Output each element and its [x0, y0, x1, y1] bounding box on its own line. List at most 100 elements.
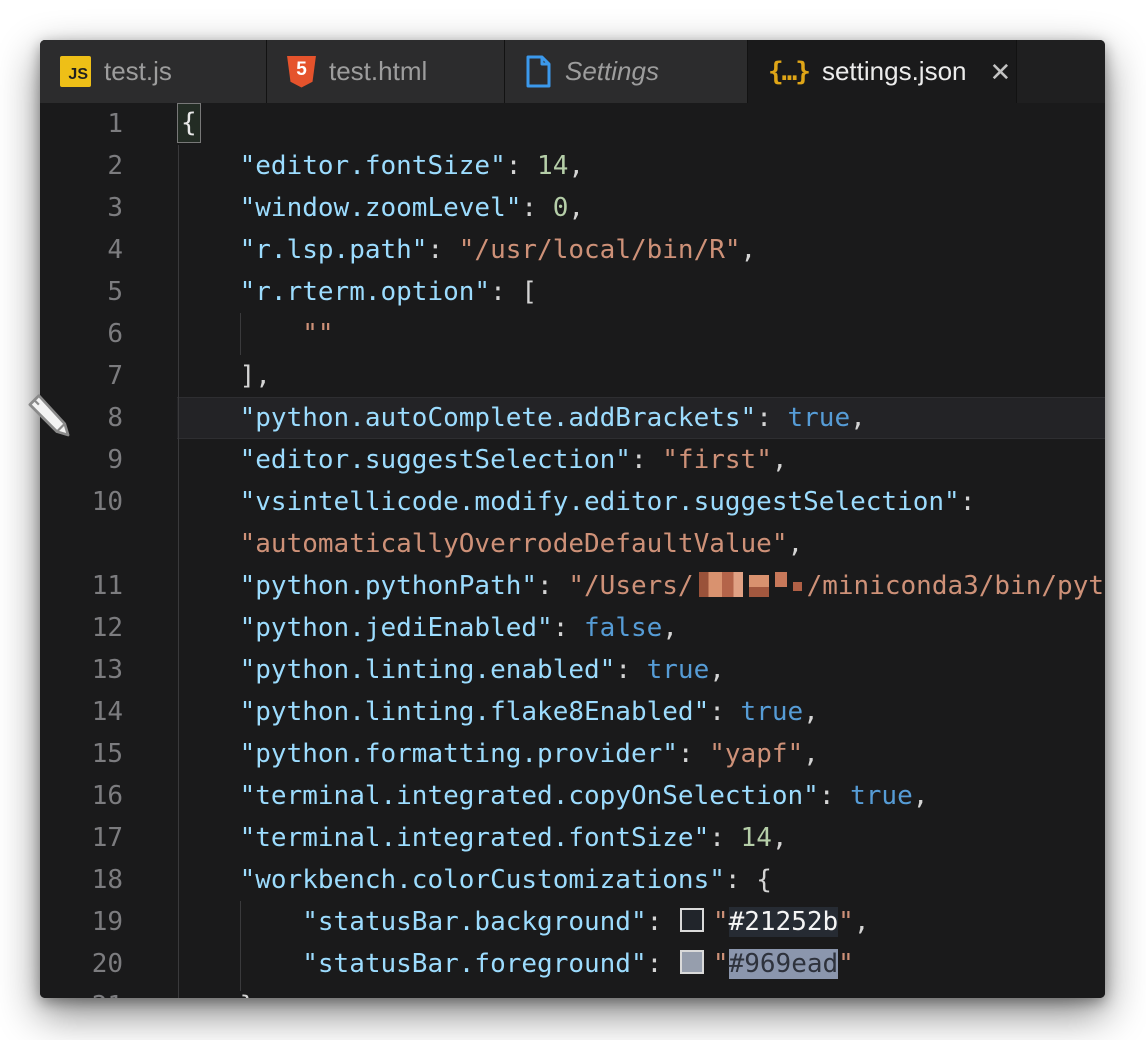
code-token	[177, 361, 240, 391]
code-row: 21 }	[40, 985, 1105, 998]
code-line[interactable]: "workbench.colorCustomizations": {	[177, 859, 1105, 901]
code-line[interactable]: "python.autoComplete.addBrackets": true,	[177, 397, 1105, 439]
line-number[interactable]: 21	[40, 985, 177, 998]
code-line[interactable]: "statusBar.foreground": "#969ead"	[177, 943, 1105, 985]
code-token: #21252b	[729, 907, 839, 937]
line-number[interactable]: 1	[40, 103, 177, 145]
code-token: "/Users/	[568, 571, 693, 601]
line-number[interactable]: 15	[40, 733, 177, 775]
code-row: 3 "window.zoomLevel": 0,	[40, 187, 1105, 229]
code-token: ,	[850, 403, 866, 433]
line-number[interactable]: 20	[40, 943, 177, 985]
code-token: "python.autoComplete.addBrackets"	[240, 403, 757, 433]
code-line[interactable]: "statusBar.background": "#21252b",	[177, 901, 1105, 943]
code-token: "workbench.colorCustomizations"	[240, 865, 725, 895]
code-token: "	[838, 907, 854, 937]
code-line[interactable]: "python.linting.flake8Enabled": true,	[177, 691, 1105, 733]
code-token: "terminal.integrated.copyOnSelection"	[240, 781, 819, 811]
code-row: 11 "python.pythonPath": "/Users//minicon…	[40, 565, 1105, 607]
line-number[interactable]: 19	[40, 901, 177, 943]
code-token: :	[427, 235, 458, 265]
code-token: ,	[772, 445, 788, 475]
code-token: "python.linting.enabled"	[240, 655, 616, 685]
code-token: /miniconda3/bin/python"	[807, 571, 1105, 601]
code-line[interactable]: "editor.fontSize": 14,	[177, 145, 1105, 187]
code-token: :	[647, 949, 678, 979]
line-number[interactable]: 2	[40, 145, 177, 187]
code-line[interactable]: "editor.suggestSelection": "first",	[177, 439, 1105, 481]
code-token: "statusBar.foreground"	[302, 949, 646, 979]
tab-test-html[interactable]: 5test.html	[267, 40, 505, 103]
code-token	[177, 823, 240, 853]
code-token: "editor.fontSize"	[240, 151, 506, 181]
code-token: :	[631, 445, 662, 475]
code-line[interactable]: }	[177, 985, 1105, 998]
code-token: "	[713, 949, 729, 979]
line-number[interactable]: 5	[40, 271, 177, 313]
line-number[interactable]: 13	[40, 649, 177, 691]
code-line[interactable]: {	[177, 103, 1105, 145]
line-number[interactable]: 3	[40, 187, 177, 229]
code-token: :	[709, 823, 740, 853]
code-token	[177, 487, 240, 517]
code-token: 14	[741, 823, 772, 853]
code-token: true	[788, 403, 851, 433]
code-token	[177, 445, 240, 475]
tab-test-js[interactable]: JStest.js	[40, 40, 267, 103]
code-token: ,	[854, 907, 870, 937]
code-line[interactable]: "r.lsp.path": "/usr/local/bin/R",	[177, 229, 1105, 271]
line-number[interactable]: 16	[40, 775, 177, 817]
color-decorator-swatch[interactable]	[680, 908, 704, 932]
code-token: ],	[240, 361, 271, 391]
vscode-window: JStest.js5test.htmlSettings{…}settings.j…	[40, 40, 1105, 998]
code-line[interactable]: "python.linting.enabled": true,	[177, 649, 1105, 691]
close-tab-icon[interactable]: ✕	[990, 59, 1012, 85]
code-token: #969ead	[729, 949, 839, 979]
code-line[interactable]: "python.formatting.provider": "yapf",	[177, 733, 1105, 775]
line-number[interactable]: 11	[40, 565, 177, 607]
line-number[interactable]: 18	[40, 859, 177, 901]
code-row: 2 "editor.fontSize": 14,	[40, 145, 1105, 187]
code-token	[177, 235, 240, 265]
code-token: ,	[741, 235, 757, 265]
code-token: :	[615, 655, 646, 685]
code-token: ,	[788, 529, 804, 559]
code-line[interactable]: ],	[177, 355, 1105, 397]
code-token: ,	[709, 655, 725, 685]
line-number[interactable]: 14	[40, 691, 177, 733]
code-line[interactable]: "python.jediEnabled": false,	[177, 607, 1105, 649]
line-number[interactable]: 9	[40, 439, 177, 481]
line-number[interactable]: 6	[40, 313, 177, 355]
code-line[interactable]: "automaticallyOverrodeDefaultValue",	[177, 523, 1105, 565]
code-token: false	[584, 613, 662, 643]
code-row: 17 "terminal.integrated.fontSize": 14,	[40, 817, 1105, 859]
code-line[interactable]: "r.rterm.option": [	[177, 271, 1105, 313]
code-row: 5 "r.rterm.option": [	[40, 271, 1105, 313]
code-token: ,	[662, 613, 678, 643]
line-number[interactable]: 10	[40, 481, 177, 523]
tab-settings-json[interactable]: {…}settings.json✕	[748, 40, 1017, 103]
code-line[interactable]: "window.zoomLevel": 0,	[177, 187, 1105, 229]
code-line[interactable]: "vsintellicode.modify.editor.suggestSele…	[177, 481, 1105, 523]
code-row: 4 "r.lsp.path": "/usr/local/bin/R",	[40, 229, 1105, 271]
color-decorator-swatch[interactable]	[680, 950, 704, 974]
code-token: 0	[553, 193, 569, 223]
line-number[interactable]: 12	[40, 607, 177, 649]
code-token: : {	[725, 865, 772, 895]
code-row: 1{	[40, 103, 1105, 145]
line-number[interactable]: 17	[40, 817, 177, 859]
code-line[interactable]: "terminal.integrated.fontSize": 14,	[177, 817, 1105, 859]
code-line[interactable]: "python.pythonPath": "/Users//miniconda3…	[177, 565, 1105, 607]
indent-guide	[178, 145, 179, 998]
line-number[interactable]: 4	[40, 229, 177, 271]
code-line[interactable]: ""	[177, 313, 1105, 355]
code-token: "terminal.integrated.fontSize"	[240, 823, 710, 853]
editor-tab-bar: JStest.js5test.htmlSettings{…}settings.j…	[40, 40, 1105, 103]
code-line[interactable]: "terminal.integrated.copyOnSelection": t…	[177, 775, 1105, 817]
code-token: }	[240, 991, 256, 998]
code-row: 8 "python.autoComplete.addBrackets": tru…	[40, 397, 1105, 439]
code-token: :	[709, 697, 740, 727]
tab-Settings[interactable]: Settings	[505, 40, 748, 103]
code-editor[interactable]: 1{2 "editor.fontSize": 14,3 "window.zoom…	[40, 103, 1105, 998]
code-row: 16 "terminal.integrated.copyOnSelection"…	[40, 775, 1105, 817]
